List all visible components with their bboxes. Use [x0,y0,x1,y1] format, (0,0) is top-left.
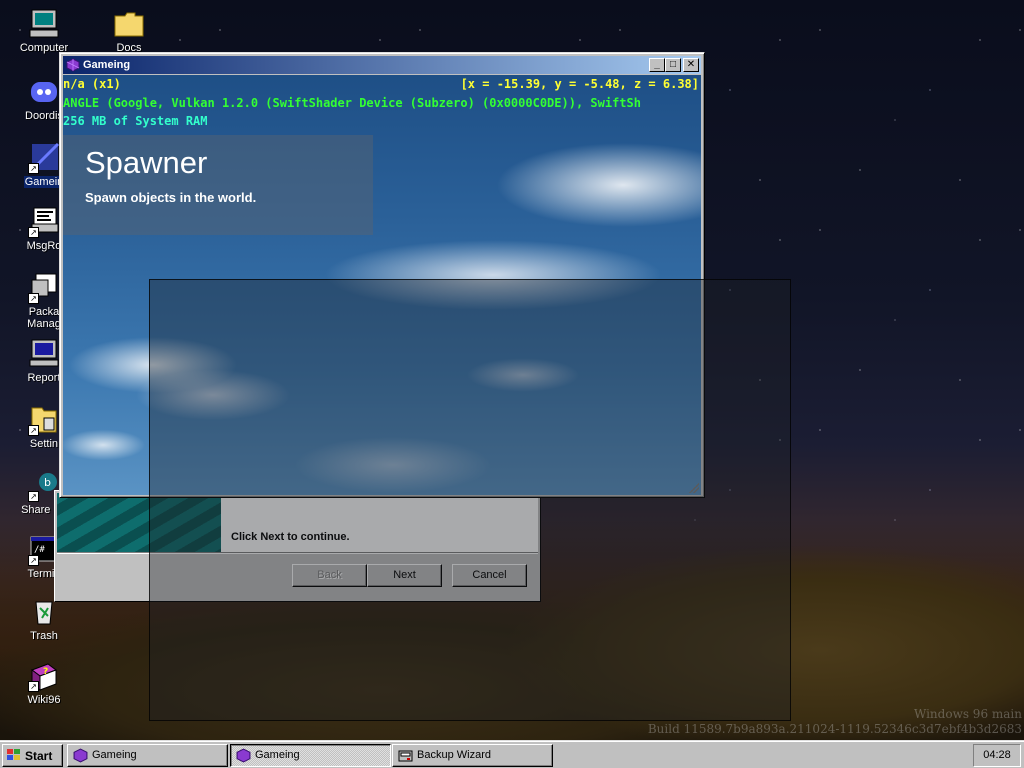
taskbar-item-label: Gameing [255,749,300,761]
system-tray-clock[interactable]: 04:28 [973,744,1021,767]
shortcut-arrow-icon: ↗ [28,163,39,174]
start-label: Start [25,749,53,763]
shortcut-arrow-icon: ↗ [28,425,39,436]
spawner-subtitle: Spawn objects in the world. [85,190,257,205]
computer-icon [28,8,60,40]
folder-icon [113,8,145,40]
backup-wizard-icon [398,750,413,762]
desktop-icon-label: Settin [29,438,59,450]
close-icon: ✕ [686,59,696,70]
wiki-book-icon: ? ↗ [28,660,60,692]
maximize-icon: □ [669,59,677,70]
desktop: Computer Docs Doordis ↗ Gamein ↗ MsgRo ↗… [0,0,1024,740]
renderer-info: ANGLE (Google, Vulkan 1.2.0 (SwiftShader… [63,96,641,110]
taskbar-item-label: Backup Wizard [417,749,491,761]
memory-info: 256 MB of System RAM [63,114,208,128]
build-watermark-line1: Windows 96 main [913,707,1022,721]
desktop-icon-computer[interactable]: Computer [9,8,79,54]
discord-icon [28,76,60,108]
shortcut-arrow-icon: ↗ [28,491,39,502]
desktop-icon-label: Trash [30,630,58,642]
game-app-icon [236,748,251,763]
desktop-icon-trash[interactable]: Trash [9,596,79,642]
taskbar-item-gameing-1[interactable]: Gameing [67,744,228,767]
game-window-titlebar[interactable]: Gameing _ □ ✕ [63,56,701,74]
minimize-icon: _ [654,59,660,70]
start-button[interactable]: Start [2,744,63,767]
report-icon [28,338,60,370]
svg-text:/#: /# [34,545,45,555]
maximize-button[interactable]: □ [665,58,681,72]
game-window-title: Gameing [83,59,131,71]
game-shortcut-icon: ↗ [28,142,60,174]
taskbar-item-backup-wizard[interactable]: Backup Wizard [392,744,553,767]
settings-icon: ↗ [28,404,60,436]
taskbar-item-gameing-2[interactable]: Gameing [230,744,391,767]
desktop-icon-label: Report [27,372,61,384]
package-manager-icon: ↗ [28,272,60,304]
desktop-icon-docs[interactable]: Docs [94,8,164,54]
minimize-button[interactable]: _ [649,58,665,72]
desktop-icon-label: Wiki96 [27,694,61,706]
desktop-icon-label: MsgRo [26,240,62,252]
build-watermark-line2: Build 11589.7b9a893a.211024-1119.52346c3… [647,722,1022,736]
spawner-title: Spawner [85,145,208,180]
svg-text:b: b [44,476,51,489]
game-app-icon [73,748,88,763]
desktop-icon-wiki96[interactable]: ? ↗ Wiki96 [9,660,79,706]
message-room-icon: ↗ [28,206,60,238]
spawner-panel: Spawner Spawn objects in the world. [63,135,373,235]
taskbar-item-label: Gameing [92,749,137,761]
taskbar: Start Gameing Gameing Backup Wizard 04:2… [0,740,1024,768]
fps-readout: n/a (x1) [63,77,121,91]
start-logo-icon [7,749,20,760]
coordinates-readout: [x = -15.39, y = -5.48, z = 6.38] [460,77,699,91]
desktop-icon-label: Doordis [25,110,63,122]
close-button[interactable]: ✕ [683,58,699,72]
shortcut-arrow-icon: ↗ [28,681,39,692]
clock-time: 04:28 [983,749,1011,761]
svg-text:?: ? [43,667,48,677]
game-app-icon [66,58,80,72]
shortcut-arrow-icon: ↗ [28,227,39,238]
shortcut-arrow-icon: ↗ [28,555,39,566]
shortcut-arrow-icon: ↗ [28,293,39,304]
overlay-box [149,279,791,721]
desktop-icon-label: Packa Manag [27,306,61,330]
